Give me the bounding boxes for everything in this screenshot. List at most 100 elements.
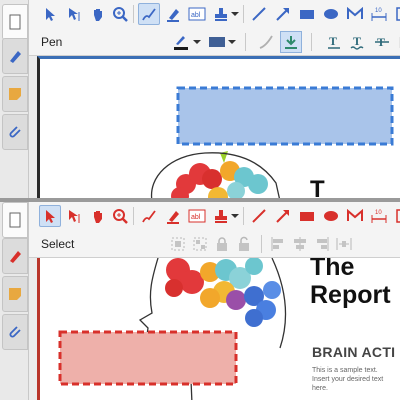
group-button[interactable] [169,233,187,255]
smooth-line-button[interactable] [255,31,277,53]
sticky-note-icon [9,88,21,100]
separator [133,5,134,23]
unlock-button[interactable] [235,233,253,255]
select-tool[interactable] [39,3,61,25]
arrow-icon [276,210,289,223]
page-icon [9,14,21,30]
ellipse-icon [324,211,338,221]
rectangle-tool[interactable] [296,205,318,227]
page-thumbnail-tab[interactable] [2,202,28,238]
zoom-tool[interactable] [109,205,131,227]
stamp-dropdown[interactable] [230,205,240,227]
rectangle-annotation[interactable] [176,86,394,146]
pen-tab[interactable] [2,238,28,274]
pen-tool[interactable] [138,3,160,25]
text-strikeout-icon: T [375,35,389,49]
hand-tool[interactable] [87,205,109,227]
text-underline-icon: T [328,34,340,49]
document-canvas[interactable]: T [37,56,400,198]
align-center-button[interactable] [291,233,309,255]
lock-button[interactable] [213,233,231,255]
line-icon [252,209,266,223]
measure-tool[interactable]: 10 [368,205,390,227]
paperclip-icon [9,126,21,138]
chevron-down-icon [193,40,201,44]
separator [311,33,312,51]
line-tool[interactable] [248,205,270,227]
zoom-icon [113,209,128,224]
line-tool[interactable] [248,3,270,25]
pressure-button[interactable] [280,31,302,53]
arrow-tool[interactable] [272,3,294,25]
stamp-dropdown[interactable] [230,3,240,25]
svg-text:10: 10 [375,8,382,14]
align-left-icon [271,237,283,251]
stamp-tool[interactable] [210,205,232,227]
notes-tab[interactable] [2,276,28,312]
body-text-line2: Insert your desired text here. [312,376,384,392]
pen-nib-icon [10,51,21,63]
annotation-toolbar: abl 10 [29,202,400,232]
highlighter-tool[interactable] [162,3,184,25]
text-highlight-button[interactable]: T [395,31,400,53]
select-mode-window: abl 10 Select The Report BRAIN ACTI This… [0,198,400,400]
stamp-tool[interactable] [210,3,232,25]
polygon-line-tool[interactable] [344,3,366,25]
arrow-tool[interactable] [272,205,294,227]
measure-area-tool[interactable] [392,3,400,25]
ungroup-button[interactable] [191,233,209,255]
polygon-line-tool[interactable] [344,205,366,227]
stroke-color-dropdown[interactable] [192,31,202,53]
brain-illustration [171,161,268,198]
attachments-tab[interactable] [2,114,28,150]
ellipse-tool[interactable] [320,205,342,227]
hand-icon [94,211,102,223]
svg-text:abl: abl [191,12,201,19]
pen-mode-window: abl 10 Pen T T T T [0,0,400,198]
stamp-icon [215,210,227,223]
select-tool[interactable] [39,205,61,227]
ellipse-icon [324,9,338,19]
ellipse-tool[interactable] [320,3,342,25]
page-thumbnail-tab[interactable] [2,4,28,40]
curve-icon [259,35,273,49]
svg-text:T: T [353,34,361,48]
svg-text:abl: abl [191,214,201,221]
squiggly-button[interactable]: T [347,31,369,53]
align-right-button[interactable] [313,233,331,255]
stroke-color-picker[interactable] [169,31,193,53]
pen-icon [142,210,156,223]
stamp-icon [215,8,227,21]
paperclip-icon [9,326,21,338]
rectangle-tool[interactable] [296,3,318,25]
notes-tab[interactable] [2,76,28,112]
document-canvas[interactable]: The Report BRAIN ACTI This is a sample t… [37,258,400,400]
fill-color-dropdown[interactable] [227,31,237,53]
align-center-icon [294,237,306,251]
measure-tool[interactable]: 10 [368,3,390,25]
text-field-tool[interactable]: abl [186,205,208,227]
measure-icon: 10 [371,210,387,223]
measure-area-icon [396,209,400,223]
pen-color-icon [174,36,188,50]
pen-tool[interactable] [138,205,160,227]
measure-area-tool[interactable] [392,205,400,227]
select-icon [46,8,55,21]
hand-tool[interactable] [87,3,109,25]
pen-tab[interactable] [2,38,28,74]
text-select-tool[interactable] [63,3,85,25]
align-left-button[interactable] [269,233,287,255]
zoom-tool[interactable] [109,3,131,25]
properties-bar: Pen T T T T [29,29,400,56]
rectangle-annotation[interactable] [58,330,238,386]
distribute-button[interactable] [335,233,353,255]
strikeout-button[interactable]: T [371,31,393,53]
fill-color-picker[interactable] [205,31,229,53]
zoom-icon [113,7,128,22]
text-select-icon [69,210,80,223]
highlighter-tool[interactable] [162,205,184,227]
underline-button[interactable]: T [323,31,345,53]
text-field-tool[interactable]: abl [186,3,208,25]
text-select-tool[interactable] [63,205,85,227]
attachments-tab[interactable] [2,314,28,350]
